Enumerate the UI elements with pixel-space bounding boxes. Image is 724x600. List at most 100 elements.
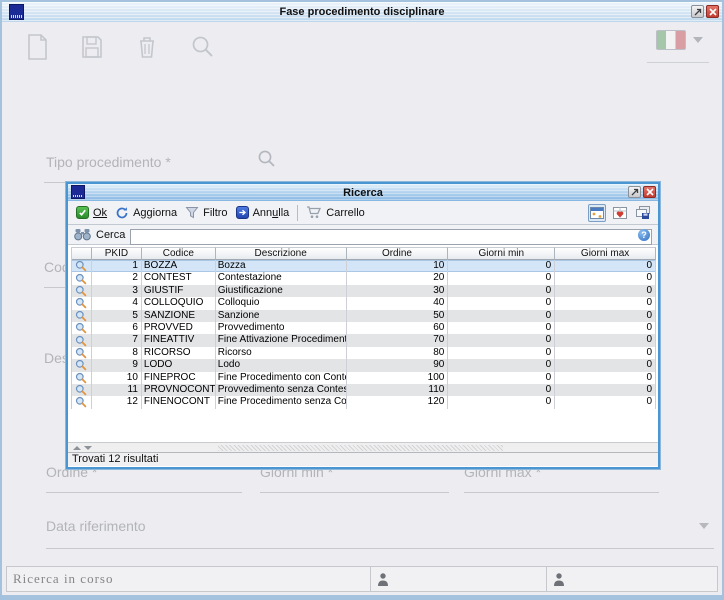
row-lens-cell[interactable]: [72, 359, 92, 371]
field-tipo-procedimento[interactable]: Tipo procedimento *: [46, 154, 171, 170]
table-row[interactable]: 9LODOLodo9000: [72, 359, 656, 371]
save-results-icon[interactable]: [634, 204, 652, 222]
table-row[interactable]: 2CONTESTContestazione2000: [72, 272, 656, 284]
descrizione-cell: Provvedimento: [216, 322, 347, 334]
row-lens-cell[interactable]: [72, 372, 92, 384]
new-document-icon[interactable]: [26, 34, 49, 60]
search-input[interactable]: [130, 229, 652, 245]
field-help-icon[interactable]: [638, 229, 650, 241]
ordine-cell: 20: [347, 272, 449, 284]
row-search-icon[interactable]: [75, 396, 87, 408]
row-search-icon[interactable]: [75, 297, 87, 309]
scroll-strip[interactable]: [68, 442, 658, 452]
table-row[interactable]: 12FINENOCONTFine Procedimento senza Cont…: [72, 396, 656, 408]
table-row[interactable]: 8RICORSORicorso8000: [72, 347, 656, 359]
column-header-descrizione[interactable]: Descrizione: [216, 247, 347, 260]
annulla-button[interactable]: Annulla: [232, 204, 294, 221]
row-lens-cell[interactable]: [72, 396, 92, 408]
save-icon[interactable]: [81, 35, 103, 59]
giorni-min-cell: 0: [448, 310, 555, 322]
restore-window-button[interactable]: [691, 5, 704, 18]
row-search-icon[interactable]: [75, 384, 87, 396]
main-window: Fase procedimento disciplinare Tipo proc…: [0, 0, 724, 600]
table-row[interactable]: 5SANZIONESanzione5000: [72, 310, 656, 322]
dialog-titlebar: Ricerca: [68, 184, 658, 201]
dialog-status-bar: Trovati 12 risultati: [68, 452, 658, 466]
grid-view-icon[interactable]: [588, 204, 606, 222]
dialog-restore-button[interactable]: [628, 186, 641, 198]
search-icon[interactable]: [191, 35, 214, 59]
descrizione-cell: Contestazione: [216, 272, 347, 284]
field-data-riferimento[interactable]: Data riferimento: [46, 518, 146, 534]
results-table-body: 1BOZZABozza10002CONTESTContestazione2000…: [72, 260, 656, 409]
dialog-toolbar: Ok Aggiorna Filtro Annulla Carrello: [68, 201, 658, 225]
table-row[interactable]: 1BOZZABozza1000: [72, 260, 656, 272]
row-lens-cell[interactable]: [72, 310, 92, 322]
ordine-cell: 90: [347, 359, 449, 371]
codice-cell: LODO: [142, 359, 216, 371]
field-underline: [46, 492, 242, 493]
pkid-cell: 5: [92, 310, 142, 322]
window-title: Fase procedimento disciplinare: [279, 6, 444, 18]
row-search-icon[interactable]: [75, 359, 87, 371]
table-row[interactable]: 10FINEPROCFine Procedimento con Contesta…: [72, 372, 656, 384]
scroll-up-icon[interactable]: [73, 446, 81, 450]
dialog-close-button[interactable]: [643, 186, 656, 198]
language-field-underline: [647, 62, 709, 63]
row-search-icon[interactable]: [75, 347, 87, 359]
row-search-icon[interactable]: [75, 285, 87, 297]
table-row[interactable]: 7FINEATTIVFine Attivazione Procedimento7…: [72, 334, 656, 346]
giorni-max-cell: 0: [555, 260, 656, 272]
ok-button[interactable]: Ok: [72, 204, 111, 221]
row-search-icon[interactable]: [75, 335, 87, 347]
scroll-down-icon[interactable]: [84, 446, 92, 450]
pkid-cell: 11: [92, 384, 142, 396]
codice-cell: CONTEST: [142, 272, 216, 284]
table-row[interactable]: 4COLLOQUIOColloquio4000: [72, 297, 656, 309]
table-row[interactable]: 3GIUSTIFGiustificazione3000: [72, 285, 656, 297]
language-dropdown-caret-icon[interactable]: [693, 37, 703, 43]
pkid-cell: 3: [92, 285, 142, 297]
column-header-codice[interactable]: Codice: [142, 247, 216, 260]
descrizione-cell: Fine Procedimento con Contestazione: [216, 372, 347, 384]
close-icon: [646, 188, 654, 196]
descrizione-cell: Sanzione: [216, 310, 347, 322]
column-header-lens[interactable]: [72, 247, 92, 260]
lookup-icon[interactable]: [257, 149, 276, 169]
ordine-cell: 120: [347, 396, 449, 408]
filtro-button[interactable]: Filtro: [181, 204, 231, 221]
field-underline: [464, 492, 659, 493]
row-lens-cell[interactable]: [72, 285, 92, 297]
column-header-pkid[interactable]: PKID: [92, 247, 142, 260]
toolbar-separator: [297, 205, 298, 221]
row-search-icon[interactable]: [75, 260, 87, 272]
row-lens-cell[interactable]: [72, 322, 92, 334]
codice-cell: PROVNOCONT: [142, 384, 216, 396]
row-lens-cell[interactable]: [72, 347, 92, 359]
column-header-giorni-max[interactable]: Giorni max: [555, 247, 656, 260]
resize-grip[interactable]: [218, 445, 503, 451]
row-search-icon[interactable]: [75, 322, 87, 334]
delete-icon[interactable]: [137, 35, 157, 59]
row-search-icon[interactable]: [75, 273, 87, 285]
row-lens-cell[interactable]: [72, 272, 92, 284]
giorni-min-cell: 0: [448, 322, 555, 334]
row-lens-cell[interactable]: [72, 334, 92, 346]
row-search-icon[interactable]: [75, 310, 87, 322]
italian-flag-icon[interactable]: [656, 30, 686, 50]
row-lens-cell[interactable]: [72, 297, 92, 309]
pkid-cell: 4: [92, 297, 142, 309]
aggiorna-button[interactable]: Aggiorna: [111, 204, 181, 222]
table-row[interactable]: 11PROVNOCONTProvvedimento senza Contesta…: [72, 384, 656, 396]
date-dropdown-caret-icon[interactable]: [699, 523, 709, 529]
column-header-giorni-min[interactable]: Giorni min: [448, 247, 555, 260]
row-search-icon[interactable]: [75, 372, 87, 384]
column-header-ordine[interactable]: Ordine: [347, 247, 449, 260]
giorni-max-cell: 0: [555, 347, 656, 359]
row-lens-cell[interactable]: [72, 384, 92, 396]
close-window-button[interactable]: [706, 5, 719, 18]
favorites-grid-icon[interactable]: [611, 204, 629, 222]
carrello-button[interactable]: Carrello: [302, 204, 369, 221]
row-lens-cell[interactable]: [72, 260, 92, 272]
table-row[interactable]: 6PROVVEDProvvedimento6000: [72, 322, 656, 334]
